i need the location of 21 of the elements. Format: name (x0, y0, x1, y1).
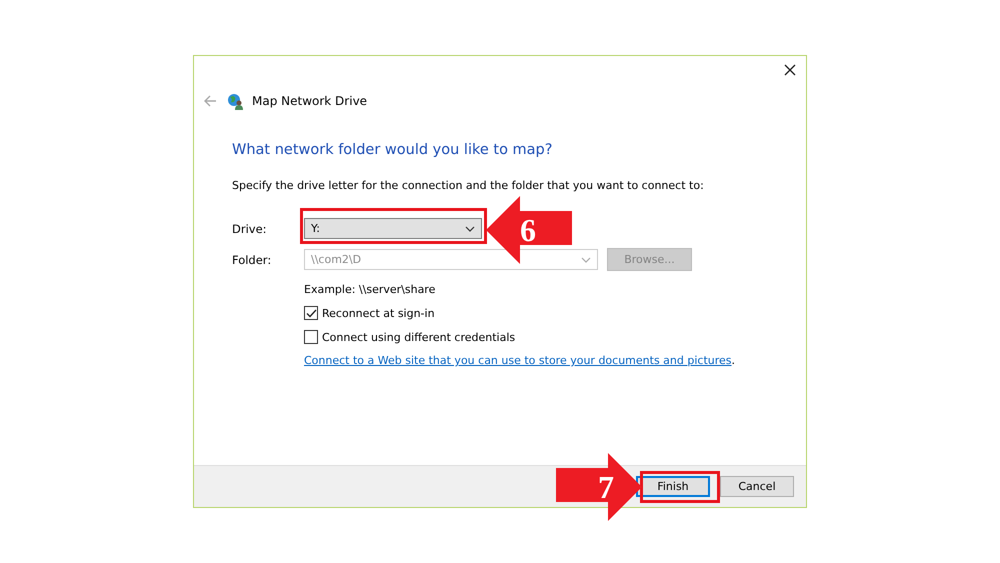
chevron-icon (465, 226, 475, 232)
web-site-link[interactable]: Connect to a Web site that you can use to store your documents and pictures (304, 354, 732, 367)
chevron-icon (581, 256, 591, 262)
folder-label: Folder: (232, 252, 272, 266)
step-number: 6 (520, 212, 536, 248)
example-text: Example: \\server\share (304, 283, 436, 296)
drive-label: Drive: (232, 222, 268, 236)
drive-dropdown[interactable]: Y: (304, 218, 482, 239)
step-number: 7 (598, 469, 614, 505)
dialog-heading: What network folder would you like to map? (232, 142, 554, 158)
globe-user-icon (227, 92, 244, 110)
checkbox[interactable] (304, 306, 318, 320)
window-title: Map Network Drive (252, 94, 368, 108)
instructions-text: Specify the drive letter for the connection and the folder that you want to connect to: (232, 179, 705, 192)
close-icon[interactable] (784, 64, 796, 76)
checkbox[interactable] (304, 330, 318, 344)
checkbox-label[interactable]: Connect using different credentials (322, 330, 516, 344)
checkbox-label[interactable]: Reconnect at sign-in (322, 306, 435, 320)
cancel-button[interactable]: Cancel (720, 476, 794, 497)
finish-button[interactable]: Finish (636, 476, 710, 497)
period-text: . (732, 354, 736, 367)
